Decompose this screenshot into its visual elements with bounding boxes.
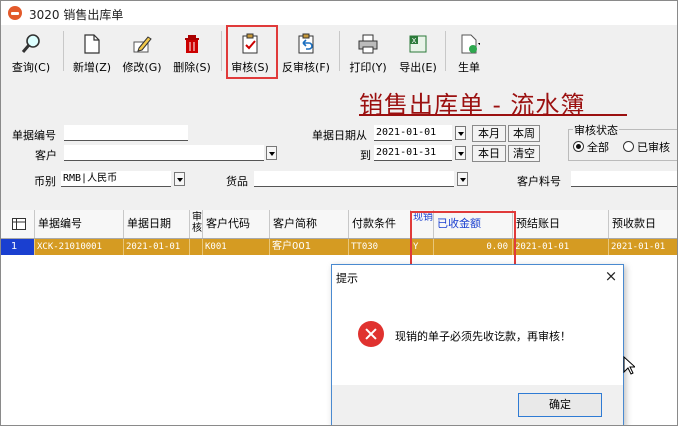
generate-document-icon — [461, 34, 480, 54]
grid-settings-icon — [12, 218, 26, 230]
column-header-doc-date[interactable]: 单据日期 — [124, 210, 190, 238]
today-button[interactable]: 本日 — [472, 145, 506, 162]
svg-text:X: X — [412, 37, 417, 45]
goods-dropdown-icon[interactable] — [457, 172, 468, 186]
printer-icon — [358, 34, 378, 54]
toolbar-separator — [445, 31, 446, 71]
print-label: 打印(Y) — [349, 61, 387, 74]
currency-select[interactable]: RMB|人民币 — [61, 171, 171, 187]
app-icon — [8, 6, 22, 20]
title-underline — [359, 114, 627, 116]
delete-button[interactable]: 删除(S) — [169, 31, 215, 75]
column-header-prepay-date[interactable]: 预收款日 — [609, 210, 677, 238]
customer-input[interactable] — [64, 145, 264, 161]
grid-header: 单据编号 单据日期 审核 客户代码 客户简称 付款条件 现销 已收金额 预结账日… — [1, 210, 677, 239]
unaudit-label: 反审核(F) — [282, 61, 330, 74]
cell-audit[interactable] — [190, 239, 203, 255]
toolbar-separator — [221, 31, 222, 71]
date-to-input[interactable]: 2021-01-31 — [374, 145, 452, 161]
cell-customer-code[interactable]: K001 — [203, 239, 270, 255]
excel-export-icon: X — [409, 35, 427, 53]
generate-button[interactable]: 生单 — [449, 31, 489, 75]
query-button[interactable]: 查询(C) — [7, 31, 55, 75]
cell-prepay-date[interactable]: 2021-01-01 — [609, 239, 677, 255]
magnifier-icon — [21, 34, 40, 53]
dialog-close-icon[interactable]: × — [601, 266, 621, 286]
print-button[interactable]: 打印(Y) — [345, 31, 391, 75]
edit-pen-icon — [133, 36, 152, 53]
column-header-customer-code[interactable]: 客户代码 — [203, 210, 270, 238]
goods-input[interactable] — [254, 171, 454, 187]
customer-part-label: 客户料号 — [517, 175, 561, 188]
toolbar: 查询(C) 新增(Z) 修改(G) 删除(S) 审核(S) 反审核(F) 打印(… — [1, 25, 677, 79]
export-button[interactable]: X 导出(E) — [395, 31, 441, 75]
audit-status-group: 审核状态 全部 已审核 — [568, 122, 677, 161]
query-label: 查询(C) — [11, 61, 51, 74]
customer-part-input[interactable] — [571, 171, 677, 187]
clipboard-undo-icon — [298, 33, 314, 54]
cell-payment-terms[interactable]: TT030 — [349, 239, 411, 255]
column-header-audit[interactable]: 审核 — [190, 210, 203, 238]
column-header-doc-no[interactable]: 单据编号 — [35, 210, 124, 238]
mouse-cursor-icon — [623, 356, 635, 375]
column-header-settle-date[interactable]: 预结账日 — [513, 210, 609, 238]
audit-all-label: 全部 — [587, 141, 609, 154]
trash-icon — [185, 35, 199, 53]
dialog-footer: 确定 — [332, 385, 623, 425]
this-week-button[interactable]: 本周 — [508, 125, 540, 142]
date-from-dropdown-icon[interactable] — [455, 126, 466, 140]
currency-label: 币别 — [34, 175, 56, 188]
new-label: 新增(Z) — [72, 61, 112, 74]
cell-settle-date[interactable]: 2021-01-01 — [513, 239, 609, 255]
alert-dialog: 提示 × 现销的单子必须先收讫款，再审核！ 确定 — [331, 264, 624, 425]
date-from-label: 单据日期从 — [312, 129, 367, 142]
audited-label: 已审核 — [637, 141, 670, 154]
date-to-label: 到 — [360, 149, 371, 162]
generate-label: 生单 — [458, 61, 480, 74]
audit-status-label: 审核状态 — [573, 122, 619, 138]
edit-button[interactable]: 修改(G) — [119, 31, 165, 75]
audit-all-radio[interactable] — [573, 141, 584, 152]
error-icon — [358, 321, 384, 347]
currency-dropdown-icon[interactable] — [174, 172, 185, 186]
doc-no-input[interactable] — [64, 125, 188, 141]
date-to-dropdown-icon[interactable] — [455, 146, 466, 160]
unaudit-button[interactable]: 反审核(F) — [279, 31, 333, 75]
dialog-title: 提示 — [336, 272, 358, 285]
export-label: 导出(E) — [399, 61, 437, 74]
table-row[interactable]: 1 XCK-21010001 2021-01-01 K001 客户001 TT0… — [1, 239, 677, 255]
grid-settings-cell[interactable] — [1, 210, 35, 238]
new-document-icon — [84, 34, 100, 54]
clear-button[interactable]: 清空 — [508, 145, 540, 162]
toolbar-separator — [339, 31, 340, 71]
column-header-customer-name[interactable]: 客户简称 — [270, 210, 349, 238]
cell-doc-date[interactable]: 2021-01-01 — [124, 239, 190, 255]
app-window: 3020 销售出库单 查询(C) 新增(Z) 修改(G) 删除(S) 审核(S)… — [0, 0, 678, 426]
goods-label: 货品 — [226, 175, 248, 188]
new-button[interactable]: 新增(Z) — [69, 31, 115, 75]
dialog-message: 现销的单子必须先收讫款，再审核！ — [395, 330, 571, 343]
cell-doc-no[interactable]: XCK-21010001 — [35, 239, 124, 255]
row-number: 1 — [1, 239, 35, 255]
column-header-payment-terms[interactable]: 付款条件 — [349, 210, 411, 238]
audit-highlight-box — [226, 25, 278, 79]
cell-customer-name[interactable]: 客户001 — [270, 239, 349, 255]
this-month-button[interactable]: 本月 — [472, 125, 506, 142]
doc-no-label: 单据编号 — [12, 129, 56, 142]
title-bar: 3020 销售出库单 — [1, 1, 677, 25]
edit-label: 修改(G) — [122, 61, 162, 74]
window-title: 3020 销售出库单 — [29, 8, 124, 22]
toolbar-separator — [63, 31, 64, 71]
audited-radio[interactable] — [623, 141, 634, 152]
customer-dropdown-icon[interactable] — [266, 146, 277, 160]
delete-label: 删除(S) — [173, 61, 211, 74]
date-from-input[interactable]: 2021-01-01 — [374, 125, 452, 141]
ok-button[interactable]: 确定 — [518, 393, 602, 417]
customer-label: 客户 — [35, 149, 57, 162]
cash-sale-highlight-box — [410, 211, 516, 267]
